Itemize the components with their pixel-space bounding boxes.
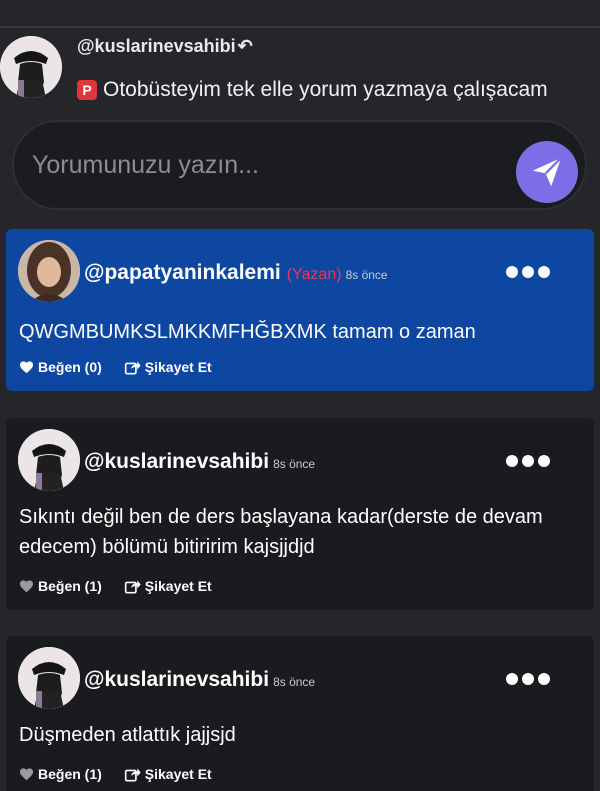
- comment-card: @kuslarinevsahibi 8s önce Düşmeden atlatt…: [6, 636, 594, 791]
- comment-input[interactable]: [32, 142, 492, 188]
- avatar[interactable]: [0, 36, 62, 98]
- top-divider: [0, 26, 600, 28]
- heart-icon: [19, 360, 34, 374]
- heart-icon: [19, 579, 34, 593]
- heart-icon: [19, 767, 34, 781]
- comment-actions: Beğen (1) Şikayet Et: [19, 578, 212, 594]
- avatar[interactable]: [18, 429, 80, 491]
- p-badge-icon: P: [77, 80, 97, 100]
- reply-message: Otobüsteyim tek elle yorum yazmaya çalış…: [103, 78, 548, 101]
- more-options-button[interactable]: [506, 265, 550, 279]
- send-icon: [532, 157, 562, 187]
- timestamp: 8s önce: [273, 675, 316, 689]
- avatar[interactable]: [18, 647, 80, 709]
- like-button[interactable]: Beğen (1): [19, 766, 102, 782]
- comment-card: @kuslarinevsahibi 8s önce Sıkıntı değil b…: [6, 418, 594, 610]
- report-button[interactable]: Şikayet Et: [124, 359, 212, 375]
- comment-text: QWGMBUMKSLMKKMFHĞBXMK tamam o zaman: [19, 321, 476, 343]
- username-text: @kuslarinevsahibi: [84, 450, 270, 473]
- timestamp: 8s önce: [273, 457, 316, 471]
- comment-username[interactable]: @kuslarinevsahibi 8s önce: [84, 450, 315, 474]
- comment-text: Düşmeden atlattık jajjsjd: [19, 724, 236, 746]
- comment-actions: Beğen (1) Şikayet Et: [19, 766, 212, 782]
- timestamp: 8s önce: [345, 268, 388, 282]
- report-label: Şikayet Et: [144, 359, 212, 375]
- avatar-illustration: [18, 429, 80, 491]
- report-label: Şikayet Et: [144, 578, 212, 594]
- reply-arrow-icon: ↶: [237, 36, 253, 56]
- username-text: @papatyaninkalemi: [84, 261, 281, 284]
- share-report-icon: [124, 767, 141, 782]
- avatar-illustration: [0, 36, 62, 98]
- reply-username-text: @kuslarinevsahibi: [77, 36, 236, 56]
- comment-actions: Beğen (0) Şikayet Et: [19, 359, 212, 375]
- more-options-button[interactable]: [506, 454, 550, 468]
- report-button[interactable]: Şikayet Et: [124, 578, 212, 594]
- send-button[interactable]: [516, 141, 578, 203]
- comment-username[interactable]: @papatyaninkalemi (Yazan) 8s önce: [84, 261, 388, 285]
- like-button[interactable]: Beğen (0): [19, 359, 102, 375]
- report-button[interactable]: Şikayet Et: [124, 766, 212, 782]
- avatar[interactable]: [18, 240, 80, 302]
- share-report-icon: [124, 579, 141, 594]
- reply-context: @kuslarinevsahibi ↶ P Otobüsteyim tek ell…: [0, 30, 600, 110]
- comment-username[interactable]: @kuslarinevsahibi 8s önce: [84, 668, 315, 692]
- reply-text: P Otobüsteyim tek elle yorum yazmaya çal…: [77, 78, 548, 102]
- comment-text: Sıkıntı değil ben de ders başlayana kada…: [19, 506, 543, 558]
- like-label: Beğen (1): [38, 766, 102, 782]
- reply-username[interactable]: @kuslarinevsahibi ↶: [77, 36, 253, 57]
- like-label: Beğen (1): [38, 578, 102, 594]
- author-badge: (Yazan): [286, 266, 342, 283]
- comment-box: [12, 120, 587, 210]
- share-report-icon: [124, 360, 141, 375]
- username-text: @kuslarinevsahibi: [84, 668, 270, 691]
- avatar-illustration: [18, 647, 80, 709]
- comment-card-author: @papatyaninkalemi (Yazan) 8s önce QWGMBUMK…: [6, 229, 594, 391]
- like-button[interactable]: Beğen (1): [19, 578, 102, 594]
- more-options-button[interactable]: [506, 672, 550, 686]
- report-label: Şikayet Et: [144, 766, 212, 782]
- like-label: Beğen (0): [38, 359, 102, 375]
- avatar-photo: [18, 240, 80, 302]
